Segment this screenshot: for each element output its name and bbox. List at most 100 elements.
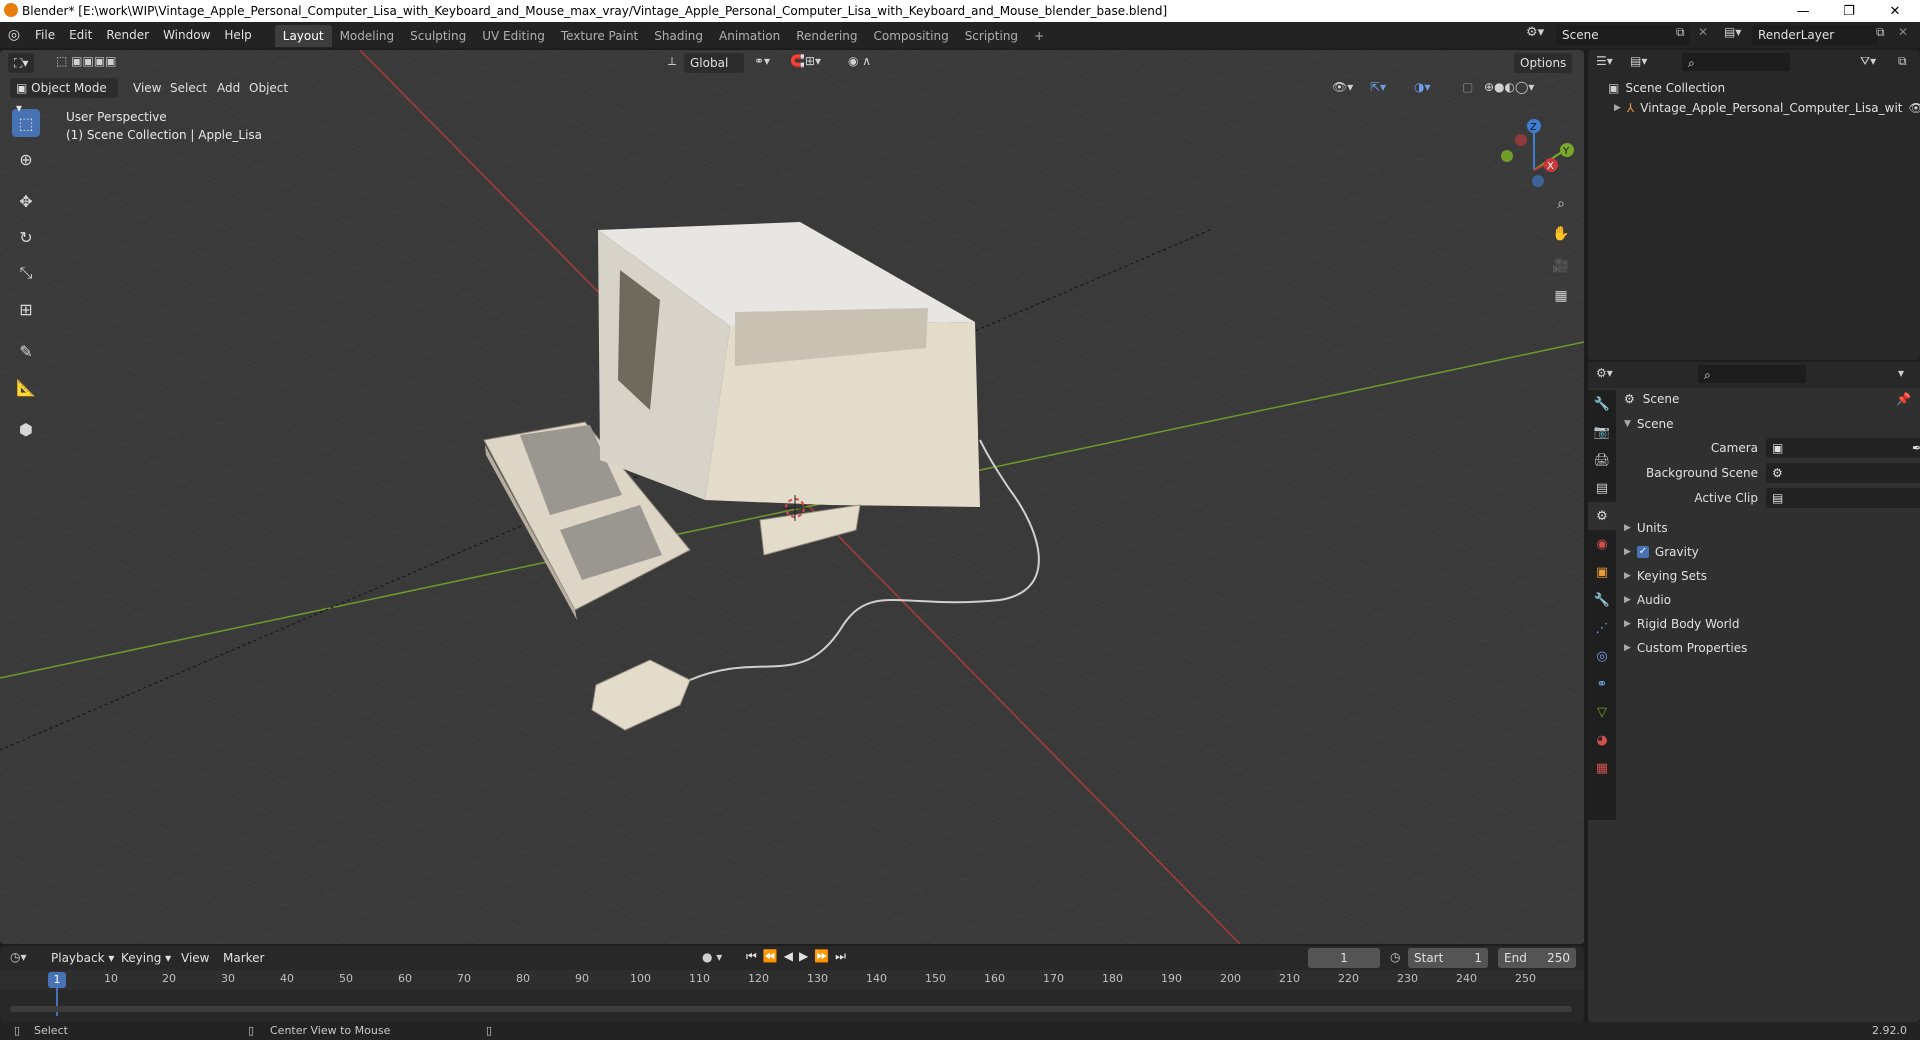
display-mode-icon[interactable]: ▤▾: [1630, 54, 1647, 68]
gizmo-toggle-icon[interactable]: ⇱▾: [1370, 80, 1386, 94]
clock-icon[interactable]: ◷: [1390, 950, 1400, 964]
outliner[interactable]: ☰▾ ▤▾ ⌕ ⛛▾ ⧉ ▣ Scene Collection ▶ ⅄ Vint…: [1588, 50, 1920, 360]
active-clip-field[interactable]: ▤: [1766, 488, 1920, 508]
add-cube-tool[interactable]: ⬢: [12, 415, 40, 443]
gravity-checkbox[interactable]: ✓: [1636, 546, 1649, 558]
maximize-button[interactable]: ❐: [1826, 0, 1872, 22]
properties-search[interactable]: ⌕: [1698, 365, 1806, 383]
pin-icon[interactable]: 📌: [1896, 392, 1911, 406]
constraints-tab-icon[interactable]: ⚭: [1588, 670, 1616, 698]
filter-icon[interactable]: ⛛▾: [1860, 54, 1876, 69]
viewport-scene[interactable]: Z Y X: [0, 50, 1584, 944]
snap-icon[interactable]: 🧲⊞▾: [790, 54, 821, 68]
blender-menu-icon[interactable]: ◎: [0, 27, 28, 43]
perspective-grid-icon[interactable]: ▦: [1549, 284, 1573, 308]
annotate-tool[interactable]: ✎: [12, 337, 40, 365]
world-tab-icon[interactable]: ◉: [1588, 530, 1616, 558]
outliner-row-scene-collection[interactable]: ▣ Scene Collection: [1608, 78, 1725, 98]
custom-properties-panel[interactable]: ▶ Custom Properties: [1624, 636, 1920, 660]
scale-tool[interactable]: ⤡: [12, 259, 40, 287]
modifier-tab-icon[interactable]: 🔧: [1588, 586, 1616, 614]
editor-type-icon[interactable]: ⛶▾: [8, 53, 35, 73]
delete-scene-icon[interactable]: ✕: [1698, 25, 1708, 39]
pan-hand-icon[interactable]: ✋: [1549, 222, 1573, 246]
scene-selector-icon[interactable]: ⚙▾: [1526, 25, 1544, 40]
timeline-menu-keying[interactable]: Keying ▾: [114, 948, 178, 968]
menu-render[interactable]: Render: [99, 22, 156, 48]
scene-field[interactable]: Scene: [1556, 25, 1690, 45]
output-tab-icon[interactable]: 🖨: [1588, 446, 1616, 474]
camera-field[interactable]: ▣ ✒: [1766, 438, 1920, 458]
tab-shading[interactable]: Shading: [646, 25, 711, 47]
playback-controls[interactable]: ⏮⏪◀▶⏩⏭: [746, 949, 852, 964]
properties-editor-icon[interactable]: ⚙▾: [1596, 366, 1613, 380]
scene-tab-icon[interactable]: ⚙: [1588, 502, 1616, 530]
timeline-menu-marker[interactable]: Marker: [216, 948, 271, 968]
new-scene-icon[interactable]: ⧉: [1676, 25, 1685, 40]
pivot-icon[interactable]: ⚭▾: [754, 54, 770, 68]
view-layer-icon[interactable]: ▤▾: [1724, 25, 1741, 39]
menu-help[interactable]: Help: [217, 22, 258, 48]
rigid-body-world-panel[interactable]: ▶ Rigid Body World: [1624, 612, 1920, 636]
visibility-icon[interactable]: 👁▾: [1332, 80, 1353, 94]
delete-view-layer-icon[interactable]: ✕: [1898, 25, 1908, 39]
renderlayer-field[interactable]: RenderLayer: [1752, 25, 1878, 45]
background-scene-field[interactable]: ⚙: [1766, 463, 1920, 483]
overlay-toggle-icon[interactable]: ◑▾: [1414, 80, 1431, 94]
close-button[interactable]: ✕: [1872, 0, 1918, 22]
timeline[interactable]: ◷▾ Playback ▾ Keying ▾ View Marker ● ▾ ⏮…: [0, 946, 1584, 1022]
auto-keying-icon[interactable]: ● ▾: [702, 950, 722, 964]
xray-icon[interactable]: ▢: [1462, 80, 1473, 94]
tab-animation[interactable]: Animation: [711, 25, 788, 47]
end-frame-field[interactable]: End 250: [1498, 948, 1576, 968]
orientation-dropdown[interactable]: Global: [684, 53, 744, 73]
properties-editor[interactable]: ⚙▾ ⌕ ▾ ⚙ Scene 📌 ▼ Scene Camera ▣ ✒ Backg…: [1588, 362, 1920, 1022]
tab-scripting[interactable]: Scripting: [957, 25, 1026, 47]
transform-tool[interactable]: ⊞: [12, 295, 40, 323]
tool-tab-icon[interactable]: 🔧: [1588, 390, 1616, 418]
outliner-editor-icon[interactable]: ☰▾: [1596, 54, 1613, 68]
audio-panel[interactable]: ▶ Audio: [1624, 588, 1920, 612]
zoom-icon[interactable]: ⌕: [1549, 192, 1573, 216]
start-frame-field[interactable]: Start 1: [1408, 948, 1488, 968]
menu-edit[interactable]: Edit: [62, 22, 99, 48]
data-tab-icon[interactable]: ▽: [1588, 698, 1616, 726]
cursor-tool[interactable]: ⊕: [12, 145, 40, 173]
texture-tab-icon[interactable]: ▦: [1588, 754, 1616, 782]
tab-rendering[interactable]: Rendering: [788, 25, 865, 47]
new-collection-icon[interactable]: ⧉: [1898, 54, 1907, 69]
keying-sets-panel[interactable]: ▶ Keying Sets: [1624, 564, 1920, 588]
properties-options-icon[interactable]: ▾: [1898, 366, 1904, 380]
eyedropper-icon[interactable]: ✒: [1912, 438, 1920, 458]
tab-modeling[interactable]: Modeling: [332, 25, 403, 47]
3d-viewport[interactable]: Z Y X User Perspective (1) Scene Collect…: [0, 50, 1584, 944]
tab-compositing[interactable]: Compositing: [865, 25, 956, 47]
material-tab-icon[interactable]: ◕: [1588, 726, 1616, 754]
options-dropdown[interactable]: Options: [1514, 53, 1573, 73]
new-view-layer-icon[interactable]: ⧉: [1876, 25, 1885, 40]
expand-arrow-icon[interactable]: ▶: [1614, 103, 1621, 113]
current-frame-field[interactable]: 1: [1308, 948, 1380, 968]
shading-modes-icon[interactable]: ⊕●◐◯▾: [1484, 80, 1534, 94]
timeline-menu-view[interactable]: View: [174, 948, 216, 968]
viewport-menu-select[interactable]: Select: [163, 78, 214, 98]
eye-visibility-icon[interactable]: 👁: [1909, 101, 1920, 115]
menu-file[interactable]: File: [28, 22, 62, 48]
add-workspace-button[interactable]: +: [1026, 25, 1052, 47]
menu-window[interactable]: Window: [156, 22, 217, 48]
camera-view-icon[interactable]: 🎥: [1549, 254, 1573, 278]
tab-sculpting[interactable]: Sculpting: [402, 25, 474, 47]
units-panel[interactable]: ▶ Units: [1624, 516, 1920, 540]
timeline-menu-playback[interactable]: Playback ▾: [44, 948, 121, 968]
outliner-search[interactable]: ⌕: [1682, 53, 1790, 71]
minimize-button[interactable]: —: [1780, 0, 1826, 22]
gravity-panel[interactable]: ▶ ✓ Gravity: [1624, 540, 1920, 564]
proportional-edit-icon[interactable]: ◉ ∧: [848, 54, 871, 68]
tab-texture-paint[interactable]: Texture Paint: [553, 25, 646, 47]
measure-tool[interactable]: 📐: [12, 373, 40, 401]
view-layer-tab-icon[interactable]: ▤: [1588, 474, 1616, 502]
move-tool[interactable]: ✥: [12, 187, 40, 215]
render-tab-icon[interactable]: 📷: [1588, 418, 1616, 446]
timeline-editor-icon[interactable]: ◷▾: [10, 950, 27, 964]
object-tab-icon[interactable]: ▣: [1588, 558, 1616, 586]
